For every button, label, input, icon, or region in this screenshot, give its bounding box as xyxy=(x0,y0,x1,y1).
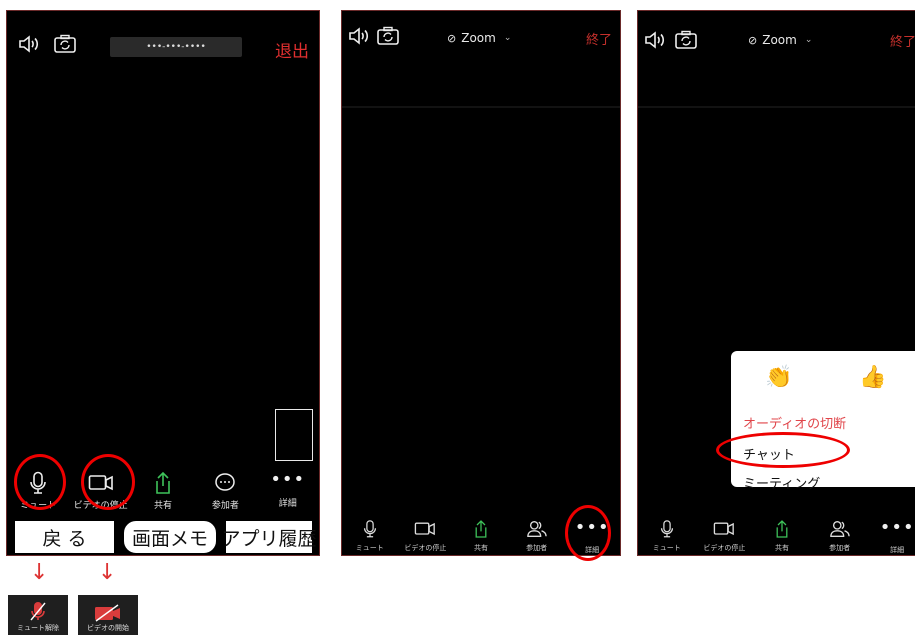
video-camera-icon xyxy=(415,522,436,536)
zoom-screen-menu: ⊘ Zoom ⌄ 終了 👏 👍 オーディオの切断 チャット ミーティング ミュー… xyxy=(637,10,915,556)
stop-video-button[interactable]: ビデオの停止 xyxy=(398,519,454,555)
leave-button[interactable]: 退出 xyxy=(275,37,309,62)
chevron-down-icon: ⌄ xyxy=(804,35,813,45)
down-arrow-icon: ↓ xyxy=(98,560,117,585)
camera-flip-icon[interactable] xyxy=(53,33,77,55)
share-label: 共有 xyxy=(774,544,789,552)
top-bar: ⊘ Zoom ⌄ 終了 xyxy=(638,11,915,71)
share-icon xyxy=(776,520,788,538)
stop-video-button[interactable]: ビデオの停止 xyxy=(696,519,752,555)
camera-flip-icon[interactable] xyxy=(674,29,698,51)
zoom-screen-more: ⊘ Zoom ⌄ 終了 ミュート ビデオの停止 共有 参加者 ••• 詳細 xyxy=(341,10,621,556)
top-bar: ⊘ Zoom ⌄ 終了 xyxy=(342,11,620,71)
thumbs-up-reaction-button[interactable]: 👍 xyxy=(859,365,886,390)
share-button[interactable]: 共有 xyxy=(754,519,810,555)
microphone-icon xyxy=(363,520,376,538)
meeting-item[interactable]: ミーティング xyxy=(743,473,820,492)
meeting-title[interactable]: ⊘ Zoom ⌄ xyxy=(447,31,511,45)
speaker-icon[interactable] xyxy=(643,29,667,51)
more-label: 詳細 xyxy=(890,546,905,554)
meeting-toolbar: ミュート ビデオの停止 共有 参加者 ••• 詳細 xyxy=(638,519,915,555)
video-highlight-circle xyxy=(81,454,135,510)
app-history-button[interactable]: アプリ履歴 xyxy=(222,519,317,555)
unmute-label: ミュート解除 xyxy=(17,624,59,632)
more-dots-icon: ••• xyxy=(879,517,915,538)
speaker-icon[interactable] xyxy=(17,33,41,55)
share-label: 共有 xyxy=(473,544,488,552)
back-button[interactable]: 戻 る xyxy=(13,519,116,555)
screen-memo-button[interactable]: 画面メモ xyxy=(122,519,218,555)
meeting-title[interactable]: ⊘ Zoom ⌄ xyxy=(748,33,812,47)
participants-label: 参加者 xyxy=(526,544,548,552)
participants-icon xyxy=(526,521,547,537)
meeting-id: •••-•••-•••• xyxy=(110,37,242,57)
more-dots-icon: ••• xyxy=(270,469,306,490)
share-label: 共有 xyxy=(153,501,172,511)
microphone-icon xyxy=(660,520,673,538)
video-off-icon xyxy=(95,604,120,622)
disconnect-audio-item[interactable]: オーディオの切断 xyxy=(743,413,846,432)
mute-button[interactable]: ミュート xyxy=(639,519,695,555)
share-button[interactable]: 共有 xyxy=(135,471,191,511)
stop-video-label: ビデオの停止 xyxy=(703,544,746,552)
shield-icon: ⊘ xyxy=(748,33,758,47)
participants-button[interactable]: 参加者 xyxy=(509,519,565,555)
mute-button[interactable]: ミュート xyxy=(342,519,398,555)
video-artifact xyxy=(342,106,620,108)
chat-highlight-circle xyxy=(716,432,850,468)
end-button[interactable]: 終了 xyxy=(890,31,915,50)
participants-button[interactable]: 参加者 xyxy=(197,471,253,511)
share-icon xyxy=(475,520,487,538)
more-highlight-circle xyxy=(565,505,611,561)
video-artifact xyxy=(638,106,915,108)
mute-highlight-circle xyxy=(14,454,66,510)
mute-label: ミュート xyxy=(652,544,681,552)
muted-microphone-icon xyxy=(30,602,46,621)
participants-icon xyxy=(829,521,850,537)
zoom-title-text: Zoom xyxy=(461,31,496,45)
shield-icon: ⊘ xyxy=(447,31,457,45)
chevron-down-icon: ⌄ xyxy=(503,33,512,43)
video-camera-icon xyxy=(714,522,735,536)
camera-flip-icon[interactable] xyxy=(376,25,400,47)
clap-reaction-button[interactable]: 👏 xyxy=(765,365,792,390)
more-button[interactable]: ••• 詳細 xyxy=(869,519,915,555)
mute-label: ミュート xyxy=(355,544,384,552)
more-label: 詳細 xyxy=(278,499,297,509)
chat-bubble-icon xyxy=(215,473,236,491)
top-bar: •••-•••-•••• 退出 xyxy=(7,11,319,71)
unmute-state-tile: ミュート解除 xyxy=(8,595,68,635)
start-video-state-tile: ビデオの開始 xyxy=(78,595,138,635)
android-nav-bar: 戻 る 画面メモ アプリ履歴 xyxy=(13,519,319,555)
speaker-icon[interactable] xyxy=(347,25,371,47)
zoom-title-text: Zoom xyxy=(762,33,797,47)
share-icon xyxy=(156,471,170,494)
end-button[interactable]: 終了 xyxy=(586,29,612,48)
start-video-label: ビデオの開始 xyxy=(87,624,129,632)
down-arrow-icon: ↓ xyxy=(30,560,49,585)
participants-button[interactable]: 参加者 xyxy=(812,519,868,555)
self-video-preview xyxy=(275,409,313,461)
share-button[interactable]: 共有 xyxy=(453,519,509,555)
more-button[interactable]: ••• 詳細 xyxy=(260,471,316,511)
participants-label: 参加者 xyxy=(829,544,851,552)
participants-label: 参加者 xyxy=(211,501,239,511)
stop-video-label: ビデオの停止 xyxy=(404,544,447,552)
